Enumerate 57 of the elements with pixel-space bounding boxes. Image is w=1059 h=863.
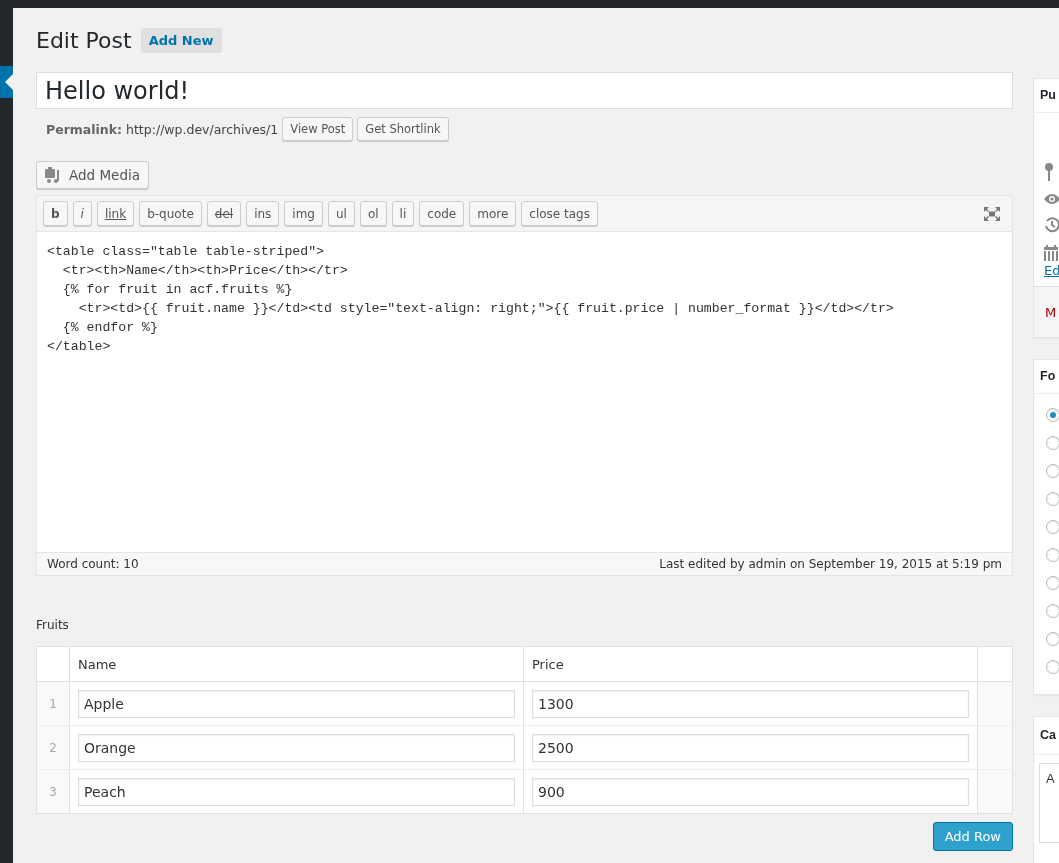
radio-button[interactable] bbox=[1046, 660, 1059, 674]
column-header: Name bbox=[69, 646, 524, 682]
name-input-field[interactable]: Apple bbox=[78, 689, 515, 718]
quicktag-button[interactable]: ol bbox=[359, 201, 387, 226]
panel-title: Fo bbox=[1040, 369, 1056, 383]
field-label: Fruits bbox=[36, 618, 69, 632]
word-count: Word count: 10 bbox=[47, 557, 139, 571]
last-edited-text: Last edited by admin on September 19, 2015 at 5:19 pm bbox=[659, 557, 1002, 571]
calendar-icon bbox=[1044, 245, 1058, 261]
quicktag-button[interactable]: more bbox=[469, 201, 517, 226]
row-number: 3 bbox=[36, 769, 70, 814]
row-number: 1 bbox=[36, 681, 70, 726]
edit-link[interactable]: Ed bbox=[1034, 263, 1059, 278]
quicktag-button[interactable]: b-quote bbox=[139, 201, 202, 226]
quicktag-button[interactable]: del bbox=[206, 201, 242, 226]
page-title: Edit Post bbox=[36, 28, 132, 53]
title-input-field[interactable]: Hello world! bbox=[36, 72, 1013, 109]
radio-button[interactable] bbox=[1046, 464, 1059, 478]
add-media-button[interactable]: Add Media bbox=[36, 161, 149, 189]
radio-button[interactable] bbox=[1046, 548, 1059, 562]
radio-button[interactable] bbox=[1046, 604, 1059, 618]
radio-button[interactable] bbox=[1046, 576, 1059, 590]
panel-title: Pu bbox=[1040, 88, 1056, 102]
price-input-field[interactable]: 900 bbox=[532, 777, 969, 806]
name-input-field[interactable]: Peach bbox=[78, 777, 515, 806]
current-item-notch bbox=[5, 74, 13, 90]
pin-icon bbox=[1044, 163, 1054, 181]
quicktag-button[interactable]: close tags bbox=[521, 201, 598, 226]
quicktag-button[interactable]: code bbox=[419, 201, 465, 226]
permalink-button[interactable]: Get Shortlink bbox=[357, 117, 449, 141]
price-input-field[interactable]: 2500 bbox=[532, 733, 969, 762]
quicktag-button[interactable]: ins bbox=[246, 201, 280, 226]
radio-button[interactable] bbox=[1046, 436, 1059, 450]
history-icon bbox=[1044, 217, 1059, 233]
add-new-button[interactable]: Add New bbox=[140, 28, 222, 53]
column-header: Price bbox=[523, 646, 978, 682]
radio-button[interactable] bbox=[1046, 520, 1059, 534]
quicktag-button[interactable]: link bbox=[96, 201, 135, 226]
code-text: <table class="table table-striped"> <tr><th>Name</th><th>Price</th></tr> {% for fruit in acf.fruits %} <tr><td>{{ fruit.name }}</td><td style="text-align: right;">{{ fruit.price | number_format }}</td></tr> {% endfor %} </table> bbox=[47, 243, 894, 356]
quicktag-button[interactable]: li bbox=[391, 201, 415, 226]
permalink-button[interactable]: View Post bbox=[282, 117, 354, 141]
name-input-field[interactable]: Orange bbox=[78, 733, 515, 762]
permalink-label: Permalink: bbox=[46, 121, 123, 137]
radio-button[interactable] bbox=[1046, 632, 1059, 646]
panel-title: Ca bbox=[1040, 728, 1056, 742]
quicktag-button[interactable]: i bbox=[72, 201, 92, 226]
price-input-field[interactable]: 1300 bbox=[532, 689, 969, 718]
quicktag-button[interactable]: ul bbox=[327, 201, 355, 226]
menu-item[interactable] bbox=[0, 66, 13, 98]
quicktag-button[interactable]: b bbox=[43, 201, 68, 226]
permalink-url[interactable]: http://wp.dev/archives/1 bbox=[126, 121, 279, 137]
fullscreen-icon[interactable] bbox=[984, 206, 1000, 221]
quicktag-button[interactable]: img bbox=[284, 201, 323, 226]
radio-button[interactable] bbox=[1046, 408, 1059, 422]
category-item[interactable]: A bbox=[1046, 771, 1055, 786]
radio-button[interactable] bbox=[1046, 492, 1059, 506]
row-number: 2 bbox=[36, 725, 70, 770]
